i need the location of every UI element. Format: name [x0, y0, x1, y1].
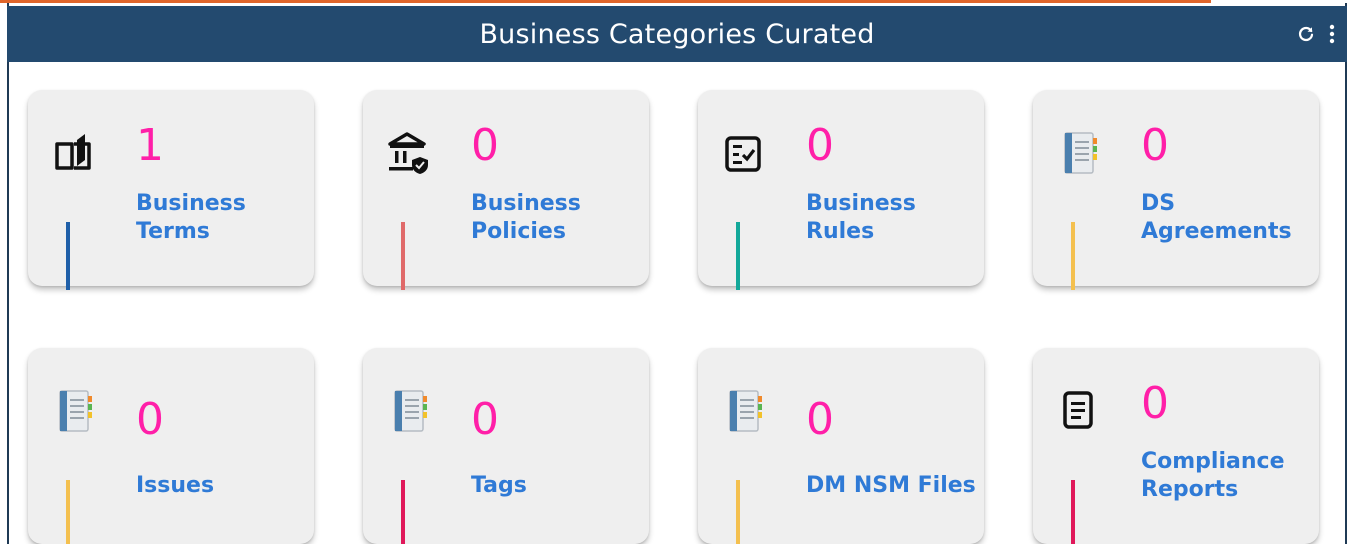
card-dm-nsm-files[interactable]: 0 DM NSM Files — [698, 348, 984, 544]
notebook-icon — [729, 390, 762, 432]
card-count: 1 — [136, 120, 164, 171]
refresh-button[interactable] — [1297, 25, 1315, 43]
card-label: DS Agreements — [1141, 191, 1292, 244]
card-compliance-reports[interactable]: 0 Compliance Reports — [1033, 348, 1319, 544]
card-label: DM NSM Files — [806, 473, 976, 498]
panel-border-left — [7, 3, 9, 544]
card-tags[interactable]: 0 Tags — [363, 348, 649, 544]
document-icon — [1063, 391, 1093, 429]
card-accent-bar — [736, 480, 740, 544]
card-business-terms[interactable]: 1 Business Terms — [28, 90, 314, 290]
card-business-rules[interactable]: 0 Business Rules — [698, 90, 984, 290]
card-business-policies[interactable]: 0 Business Policies — [363, 90, 649, 290]
card-count: 0 — [471, 120, 499, 171]
card-count: 0 — [136, 394, 164, 445]
card-count: 0 — [471, 394, 499, 445]
card-accent-bar — [66, 222, 70, 290]
more-options-button[interactable] — [1329, 24, 1335, 44]
card-issues[interactable]: 0 Issues — [28, 348, 314, 544]
card-count: 0 — [1141, 378, 1169, 429]
notebook-icon — [394, 390, 427, 432]
panel-header: Business Categories Curated — [7, 6, 1347, 62]
card-label: Compliance Reports — [1141, 449, 1285, 502]
panel-title: Business Categories Curated — [479, 18, 875, 50]
checklist-icon — [725, 136, 761, 172]
card-count: 0 — [806, 120, 834, 171]
card-label: Issues — [136, 473, 215, 498]
card-accent-bar — [66, 480, 70, 544]
card-accent-bar — [401, 480, 405, 544]
card-label: Business Policies — [471, 191, 581, 244]
card-accent-bar — [1071, 480, 1075, 544]
bank-shield-icon — [388, 132, 428, 174]
card-accent-bar — [401, 222, 405, 290]
card-count: 0 — [1141, 120, 1169, 171]
card-label: Tags — [471, 473, 527, 498]
top-accent-line — [0, 0, 1211, 3]
card-ds-agreements[interactable]: 0 DS Agreements — [1033, 90, 1319, 290]
notebook-icon — [1064, 132, 1097, 174]
card-accent-bar — [1071, 222, 1075, 290]
panel-border-right — [1345, 3, 1347, 544]
open-book-icon — [55, 134, 91, 170]
card-label: Business Terms — [136, 191, 246, 244]
card-count: 0 — [806, 394, 834, 445]
card-label: Business Rules — [806, 191, 916, 244]
refresh-icon — [1298, 26, 1314, 42]
kebab-menu-icon — [1329, 24, 1335, 44]
notebook-icon — [59, 390, 92, 432]
card-accent-bar — [736, 222, 740, 290]
